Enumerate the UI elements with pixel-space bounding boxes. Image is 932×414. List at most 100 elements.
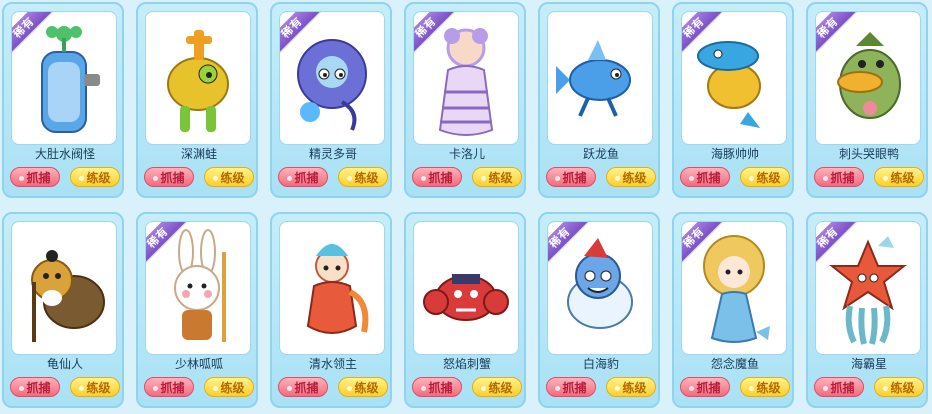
- catch-button[interactable]: 抓捕: [144, 377, 194, 397]
- pet-name: 白海豹: [582, 357, 619, 371]
- pet-portrait: 稀有: [681, 221, 787, 355]
- pet-portrait: 稀有: [815, 11, 921, 145]
- catch-label: 抓捕: [830, 381, 855, 395]
- pet-card[interactable]: 深渊蛙 抓捕 练级: [136, 2, 258, 198]
- pet-name: 大肚水阀怪: [34, 147, 95, 161]
- train-button[interactable]: 练级: [606, 377, 656, 397]
- train-button[interactable]: 练级: [472, 377, 522, 397]
- train-label: 练级: [86, 171, 111, 185]
- sparkle-icon: [615, 176, 621, 181]
- pet-name: 卡洛儿: [448, 147, 485, 161]
- train-button[interactable]: 练级: [874, 377, 924, 397]
- catch-button[interactable]: 抓捕: [680, 167, 730, 187]
- sparkle-icon: [883, 386, 889, 391]
- frog-creature-icon: [167, 30, 229, 132]
- train-label: 练级: [756, 171, 781, 185]
- catch-label: 抓捕: [294, 381, 319, 395]
- pet-card[interactable]: 稀有 卡洛儿 抓捕 练级: [404, 2, 526, 198]
- pet-card[interactable]: 稀有精灵多哥抓捕 练级: [270, 2, 392, 198]
- sparkle-icon: [749, 176, 755, 181]
- catch-button[interactable]: 抓捕: [278, 167, 328, 187]
- train-label: 练级: [220, 381, 245, 395]
- sparkle-icon: [823, 176, 829, 181]
- dragon-fish-icon: [556, 40, 631, 117]
- catch-button[interactable]: 抓捕: [814, 377, 864, 397]
- pet-card[interactable]: 怒焰刺蟹抓捕 练级: [404, 212, 526, 408]
- pet-card[interactable]: 稀有 大肚水阀怪 抓捕 练级: [2, 2, 124, 198]
- train-button[interactable]: 练级: [70, 167, 120, 187]
- train-button[interactable]: 练级: [204, 167, 254, 187]
- pet-card[interactable]: 稀有 少林呱呱 抓捕 练级: [136, 212, 258, 408]
- train-label: 练级: [488, 171, 513, 185]
- sparkle-icon: [213, 176, 219, 181]
- pet-portrait: 稀有: [547, 221, 653, 355]
- rare-badge: 稀有: [816, 12, 858, 54]
- pet-portrait: [279, 221, 385, 355]
- catch-button[interactable]: 抓捕: [278, 377, 328, 397]
- pet-name: 精灵多哥: [308, 147, 357, 161]
- catch-button[interactable]: 抓捕: [144, 167, 194, 187]
- train-button[interactable]: 练级: [204, 377, 254, 397]
- pet-card[interactable]: 稀有 刺头哭眼鸭 抓捕 练级: [806, 2, 928, 198]
- catch-button[interactable]: 抓捕: [412, 377, 462, 397]
- catch-button[interactable]: 抓捕: [546, 167, 596, 187]
- sparkle-icon: [749, 386, 755, 391]
- pet-portrait: [547, 11, 653, 145]
- rare-label: 稀有: [548, 222, 589, 264]
- catch-label: 抓捕: [562, 171, 587, 185]
- pet-name: 龟仙人: [46, 357, 83, 371]
- rare-badge: 稀有: [682, 12, 724, 54]
- catch-label: 抓捕: [428, 381, 453, 395]
- train-label: 练级: [354, 381, 379, 395]
- catch-button[interactable]: 抓捕: [680, 377, 730, 397]
- sparkle-icon: [153, 176, 159, 181]
- train-button[interactable]: 练级: [70, 377, 120, 397]
- train-button[interactable]: 练级: [472, 167, 522, 187]
- train-button[interactable]: 练级: [740, 167, 790, 187]
- pet-card[interactable]: 跃龙鱼 抓捕 练级: [538, 2, 660, 198]
- rare-label: 稀有: [682, 222, 723, 264]
- rare-badge: 稀有: [280, 12, 322, 54]
- train-button[interactable]: 练级: [338, 167, 388, 187]
- catch-button[interactable]: 抓捕: [10, 377, 60, 397]
- train-label: 练级: [890, 171, 915, 185]
- pet-card[interactable]: 稀有 海霸星 抓捕 练级: [806, 212, 928, 408]
- train-button[interactable]: 练级: [606, 167, 656, 187]
- pet-portrait: 稀有: [279, 11, 385, 145]
- sparkle-icon: [347, 386, 353, 391]
- sparkle-icon: [19, 176, 25, 181]
- pet-card[interactable]: 清水领主 抓捕 练级: [270, 212, 392, 408]
- catch-label: 抓捕: [26, 171, 51, 185]
- rare-badge: 稀有: [146, 222, 188, 264]
- sparkle-icon: [421, 386, 427, 391]
- pet-card[interactable]: 龟仙人抓捕 练级: [2, 212, 124, 408]
- catch-label: 抓捕: [428, 171, 453, 185]
- pet-name: 怨念魔鱼: [710, 357, 759, 371]
- train-label: 练级: [354, 171, 379, 185]
- catch-button[interactable]: 抓捕: [10, 167, 60, 187]
- train-button[interactable]: 练级: [338, 377, 388, 397]
- train-button[interactable]: 练级: [874, 167, 924, 187]
- rare-label: 稀有: [280, 12, 321, 54]
- pet-card[interactable]: 稀有怨念魔鱼抓捕 练级: [672, 212, 794, 408]
- sparkle-icon: [79, 386, 85, 391]
- catch-button[interactable]: 抓捕: [412, 167, 462, 187]
- catch-button[interactable]: 抓捕: [546, 377, 596, 397]
- catch-button[interactable]: 抓捕: [814, 167, 864, 187]
- train-label: 练级: [86, 381, 111, 395]
- rare-label: 稀有: [682, 12, 723, 54]
- train-button[interactable]: 练级: [740, 377, 790, 397]
- sparkle-icon: [555, 176, 561, 181]
- turtle-sage-icon: [31, 250, 105, 342]
- sparkle-icon: [347, 176, 353, 181]
- rare-badge: 稀有: [548, 222, 590, 264]
- rare-label: 稀有: [816, 222, 857, 264]
- pet-card[interactable]: 稀有白海豹抓捕 练级: [538, 212, 660, 408]
- rare-badge: 稀有: [816, 222, 858, 264]
- pet-card[interactable]: 稀有 海豚帅帅 抓捕 练级: [672, 2, 794, 198]
- pet-name: 怒焰刺蟹: [442, 357, 491, 371]
- water-lord-icon: [306, 244, 369, 334]
- catch-label: 抓捕: [830, 171, 855, 185]
- sparkle-icon: [481, 176, 487, 181]
- sparkle-icon: [823, 386, 829, 391]
